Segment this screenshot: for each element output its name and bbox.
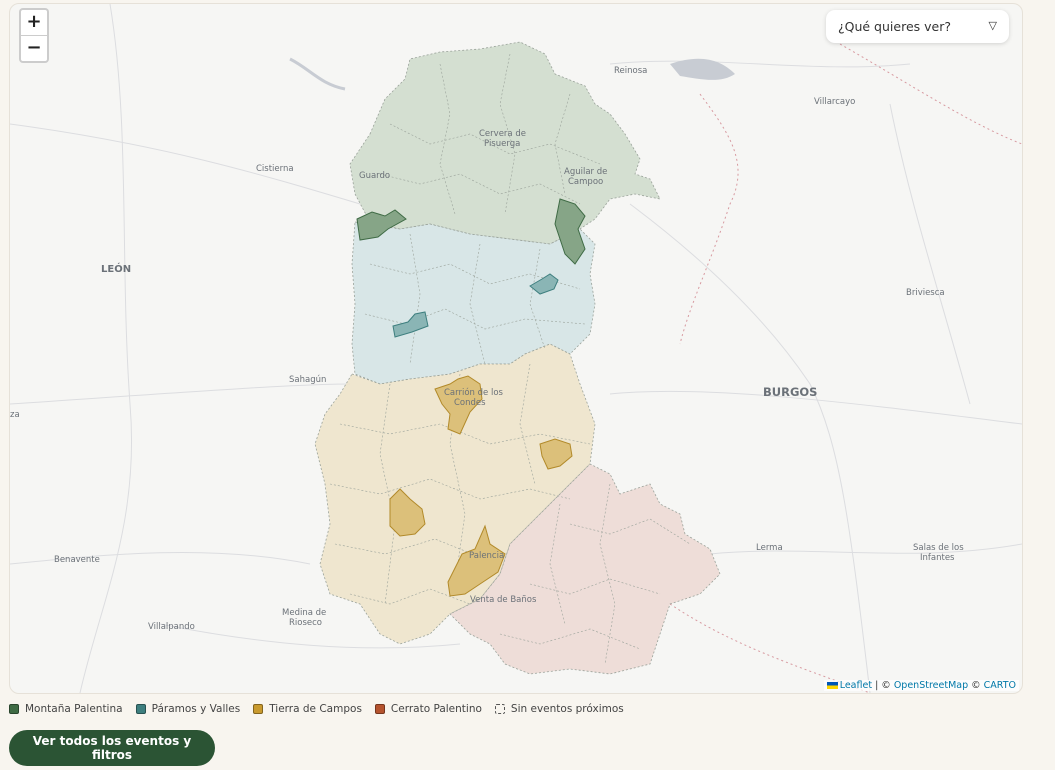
ukraine-flag-icon: [826, 682, 838, 689]
place-venta-banos: Venta de Baños: [470, 595, 537, 605]
place-carrion-2: Condes: [454, 398, 486, 408]
legend-label: Tierra de Campos: [269, 703, 362, 715]
legend-swatch-dashed: [494, 704, 505, 714]
legend-item-no-events: Sin eventos próximos: [494, 703, 624, 715]
legend-swatch: [9, 704, 19, 714]
legend-item-paramos: Páramos y Valles: [135, 703, 241, 715]
place-villalpando: Villalpando: [148, 622, 195, 632]
river: [289, 57, 346, 91]
place-cervera-1: Cervera de: [479, 129, 526, 139]
legend-swatch: [135, 704, 146, 714]
place-cervera-2: Pisuerga: [484, 139, 520, 149]
map-attribution: Leaflet | © OpenStreetMap © CARTO: [823, 680, 1019, 691]
place-carrion-1: Carrión de los: [444, 387, 504, 398]
map-canvas[interactable]: Reinosa Villarcayo Cervera de Pisuerga A…: [10, 4, 1022, 693]
map-container[interactable]: Reinosa Villarcayo Cervera de Pisuerga A…: [9, 3, 1023, 694]
attrib-sep-2: ©: [968, 680, 984, 691]
legend-label: Montaña Palentina: [25, 703, 123, 715]
place-leon: LEÓN: [101, 262, 131, 275]
legend-item-montana: Montaña Palentina: [9, 703, 123, 715]
place-medina-1: Medina de: [282, 608, 326, 618]
place-aguilar-1: Aguilar de: [564, 167, 607, 177]
place-za: za: [10, 410, 20, 420]
place-reinosa: Reinosa: [614, 66, 647, 76]
what-to-see-dropdown[interactable]: ¿Qué quieres ver? ▽: [826, 10, 1009, 43]
zoom-out-button[interactable]: −: [21, 35, 47, 61]
leaflet-link[interactable]: Leaflet: [840, 680, 872, 691]
place-salas-1: Salas de los: [913, 543, 964, 553]
osm-link[interactable]: OpenStreetMap: [894, 680, 968, 691]
place-cistierna: Cistierna: [256, 164, 294, 174]
map-legend: Montaña Palentina Páramos y Valles Tierr…: [9, 703, 624, 715]
place-medina-2: Rioseco: [289, 618, 322, 628]
legend-label: Cerrato Palentino: [390, 703, 482, 715]
place-guardo: Guardo: [359, 171, 390, 181]
admin-boundaries: [669, 43, 1022, 693]
legend-swatch: [253, 704, 264, 714]
legend-item-cerrato: Cerrato Palentino: [374, 703, 482, 715]
place-burgos: BURGOS: [763, 385, 817, 399]
legend-swatch: [374, 704, 385, 714]
zoom-in-button[interactable]: +: [21, 10, 47, 35]
legend-label: Páramos y Valles: [151, 703, 241, 715]
place-sahagun: Sahagún: [289, 375, 326, 385]
place-villarcayo: Villarcayo: [814, 97, 855, 107]
carto-link[interactable]: CARTO: [984, 680, 1016, 691]
legend-label: Sin eventos próximos: [510, 703, 624, 715]
place-benavente: Benavente: [54, 555, 100, 565]
view-all-events-button[interactable]: Ver todos los eventos y filtros: [9, 730, 215, 766]
place-salas-2: Infantes: [920, 553, 955, 563]
place-briviesca: Briviesca: [906, 288, 945, 298]
place-palencia: Palencia: [469, 551, 504, 561]
place-lerma: Lerma: [756, 543, 783, 553]
place-aguilar-2: Campoo: [568, 177, 603, 187]
caret-down-icon: ▽: [988, 19, 997, 32]
dropdown-label: ¿Qué quieres ver?: [838, 19, 951, 34]
attrib-sep-1: | ©: [872, 680, 894, 691]
zoom-control: + −: [19, 8, 49, 63]
legend-item-campos: Tierra de Campos: [253, 703, 362, 715]
